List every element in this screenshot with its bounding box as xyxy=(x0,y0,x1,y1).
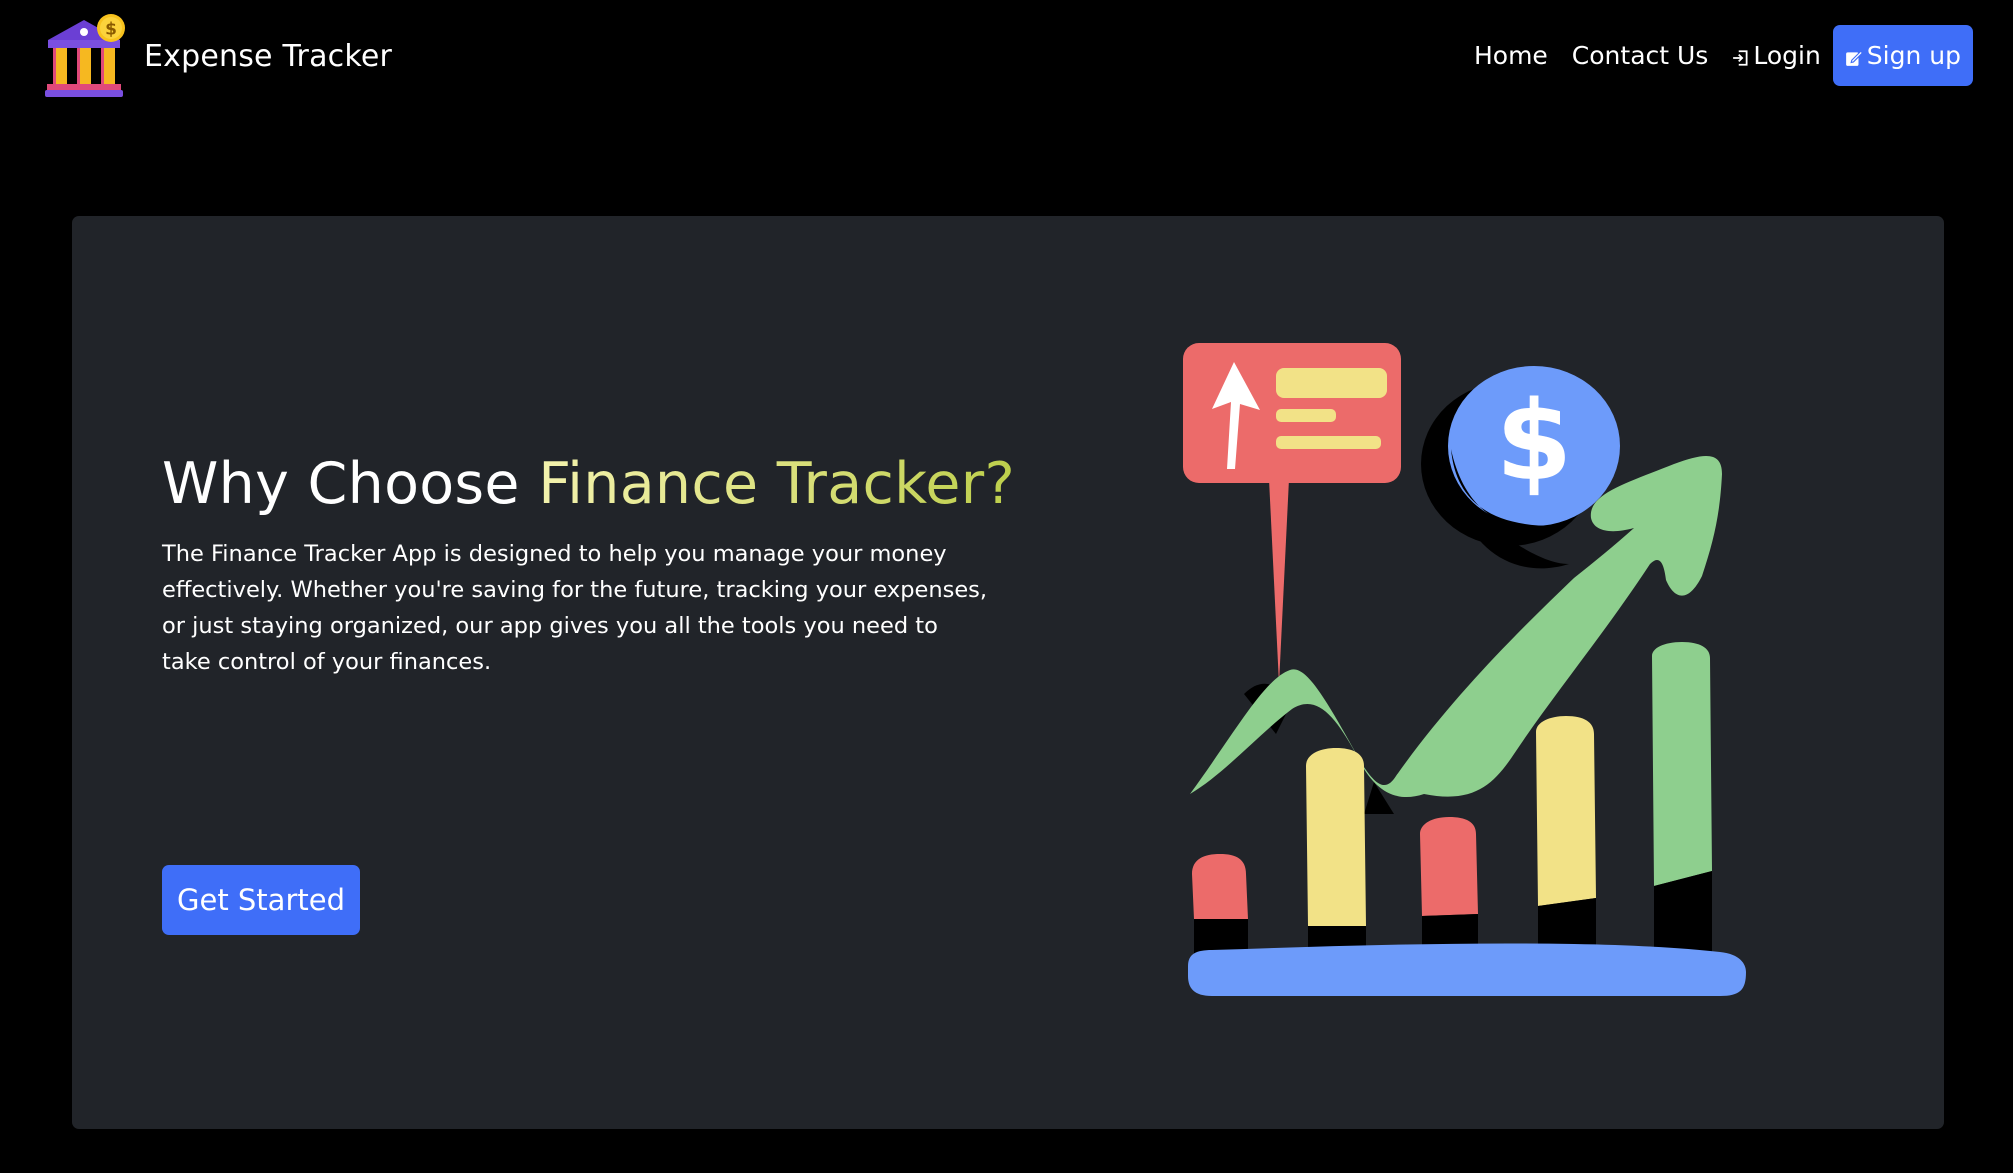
signup-button[interactable]: Sign up xyxy=(1832,25,1973,86)
bank-building-dollar-icon: $ xyxy=(45,14,125,97)
svg-text:$: $ xyxy=(1496,377,1573,505)
hero-description: The Finance Tracker App is designed to h… xyxy=(162,541,988,675)
hero-card: Why Choose Finance Tracker? The Finance … xyxy=(72,216,1944,1129)
brand-name: Expense Tracker xyxy=(144,38,393,74)
get-started-button[interactable]: Get Started xyxy=(162,865,360,935)
arrow-up-icon xyxy=(1183,343,1401,684)
navbar: $ Expense Tracker Home Contact Us Login … xyxy=(0,0,2013,112)
signup-label: Sign up xyxy=(1866,41,1961,70)
get-started-label: Get Started xyxy=(177,883,345,917)
nav-login-link[interactable]: Login xyxy=(1732,41,1821,70)
nav-contact-label: Contact Us xyxy=(1571,41,1709,70)
nav-home-label: Home xyxy=(1473,41,1548,70)
hero-title-accent: Finance Tracker? xyxy=(538,451,1016,517)
nav-links: Home Contact Us Login Sign up xyxy=(1474,25,1973,86)
edit-icon xyxy=(1845,49,1863,66)
hero-title-prefix: Why Choose xyxy=(162,451,539,517)
svg-text:$: $ xyxy=(105,20,117,40)
brand[interactable]: $ Expense Tracker xyxy=(44,14,392,98)
growth-chart-illustration: $ xyxy=(1183,343,1746,996)
nav-contact-link[interactable]: Contact Us xyxy=(1572,41,1709,70)
hero-title: Why Choose Finance Tracker? xyxy=(162,451,1015,517)
nav-home-link[interactable]: Home xyxy=(1474,41,1548,70)
nav-login-label: Login xyxy=(1753,41,1821,70)
login-icon xyxy=(1733,49,1748,66)
chart-base-graphic xyxy=(1188,943,1746,996)
dollar-coin-icon: $ xyxy=(1421,366,1620,569)
